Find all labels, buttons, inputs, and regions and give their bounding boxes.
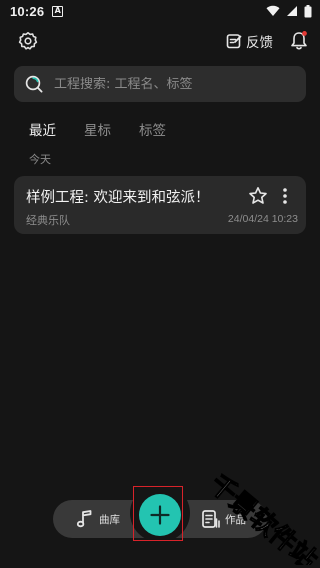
project-title: 样例工程: 欢迎来到和弦派！	[26, 190, 210, 206]
search-input[interactable]	[54, 76, 306, 92]
project-card[interactable]: 样例工程: 欢迎来到和弦派！ 经典乐队 24/04/24 10:23	[14, 176, 306, 234]
status-icons	[266, 4, 312, 18]
notification-a-icon: A	[52, 5, 64, 17]
feedback-label: 反馈	[246, 35, 273, 51]
nav-library-button[interactable]: 曲库	[75, 509, 120, 529]
project-tag: 经典乐队	[26, 214, 70, 227]
star-icon[interactable]	[248, 186, 268, 206]
wifi-icon	[266, 5, 280, 17]
status-bar: 10:26 A	[0, 0, 320, 22]
more-icon[interactable]	[280, 187, 290, 205]
battery-icon	[304, 4, 312, 17]
settings-icon[interactable]	[18, 31, 38, 51]
add-project-button[interactable]	[139, 494, 181, 536]
nav-works-label: 作品	[225, 513, 246, 526]
tab-tags[interactable]: 标签	[139, 119, 166, 139]
feedback-icon	[226, 34, 242, 49]
top-bar: 反馈	[0, 26, 320, 56]
music-note-icon	[76, 510, 92, 528]
tab-starred[interactable]: 星标	[84, 119, 111, 139]
status-time: 10:26	[10, 3, 45, 19]
plus-icon	[150, 505, 170, 525]
nav-library-label: 曲库	[99, 513, 120, 526]
works-list-icon	[202, 510, 220, 528]
feedback-button[interactable]: 反馈	[226, 31, 273, 51]
search-bar[interactable]	[14, 66, 306, 102]
tab-bar: 最近 星标 标签	[29, 119, 166, 139]
nav-works-button[interactable]: 作品	[201, 509, 246, 529]
search-icon	[25, 75, 43, 93]
section-date-label: 今天	[29, 153, 51, 166]
tab-recent[interactable]: 最近	[29, 119, 56, 139]
signal-icon	[287, 6, 297, 16]
project-date: 24/04/24 10:23	[227, 213, 298, 225]
bell-icon[interactable]	[289, 30, 309, 52]
